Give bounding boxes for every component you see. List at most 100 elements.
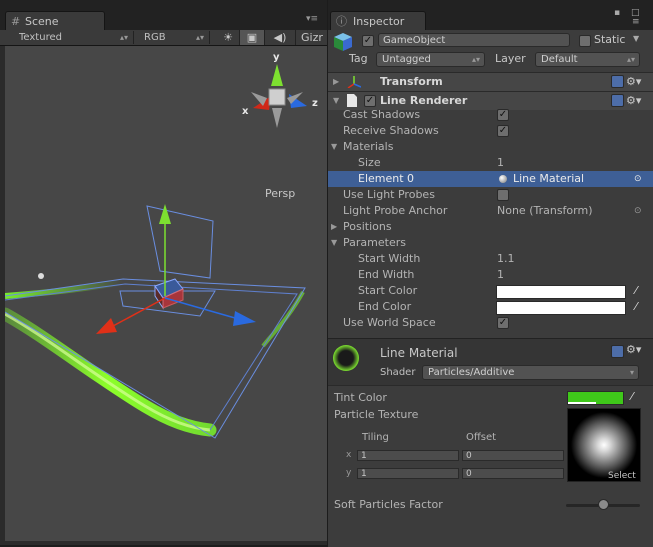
prop-materials-size: Size 1 xyxy=(358,155,504,171)
end-width-value[interactable]: 1 xyxy=(497,267,504,283)
element-0-value[interactable]: Line Material xyxy=(513,171,584,187)
info-icon: ⓘ xyxy=(336,15,347,28)
panel-menu-icon[interactable]: ≡ xyxy=(632,17,640,27)
channel-dropdown[interactable]: RGB ▴▾ xyxy=(134,31,210,44)
image-icon: ▣ xyxy=(246,31,258,44)
object-picker-icon[interactable]: ⊙ xyxy=(634,203,642,219)
gizmo-z-arrow xyxy=(233,311,256,326)
materials-size-value[interactable]: 1 xyxy=(497,155,504,171)
transform-component-header[interactable]: ▶ Transform ⚙▾ xyxy=(328,72,653,91)
speaker-icon: ◀) xyxy=(273,31,287,44)
prop-end-color: End Color ⁄ xyxy=(328,299,653,315)
cast-shadows-checkbox[interactable]: ✓ xyxy=(497,109,509,121)
eyedropper-icon[interactable]: ⁄ xyxy=(631,301,641,313)
light-probe-anchor-value[interactable]: None (Transform) xyxy=(497,203,593,219)
material-name: Line Material xyxy=(380,346,458,360)
foldout-down-icon: ▼ xyxy=(331,142,338,151)
orient-neg-y-cone xyxy=(272,108,282,128)
object-name-input[interactable]: GameObject xyxy=(378,33,570,47)
help-book-icon[interactable] xyxy=(611,94,624,107)
foldout-right-icon: ▶ xyxy=(331,222,338,231)
scene-fx-button[interactable]: ▣ xyxy=(240,30,265,45)
eyedropper-icon[interactable]: ⁄ xyxy=(631,285,641,297)
panel-menu-icon[interactable]: ▾≡ xyxy=(306,14,318,24)
prop-end-width: End Width 1 xyxy=(358,267,504,283)
axis-label-x: x xyxy=(242,106,249,117)
grid-icon: # xyxy=(11,15,21,28)
tag-dropdown[interactable]: Untagged ▴▾ xyxy=(376,52,485,67)
tab-scene[interactable]: # Scene xyxy=(5,11,105,31)
prop-start-color: Start Color ⁄ xyxy=(328,283,653,299)
layer-dropdown[interactable]: Default ▴▾ xyxy=(535,52,640,67)
orientation-gizmo[interactable] xyxy=(251,64,307,128)
line-renderer-enabled-checkbox[interactable]: ✓ xyxy=(364,95,376,107)
material-section: Line Material ⚙▾ Shader Particles/Additi… xyxy=(328,338,653,547)
use-light-probes-checkbox[interactable] xyxy=(497,189,509,201)
material-preview-icon xyxy=(333,345,359,371)
layer-label: Layer xyxy=(495,52,526,65)
lock-icon[interactable]: ▪ xyxy=(614,8,620,18)
light-icon xyxy=(38,273,44,279)
material-sphere-icon xyxy=(499,175,507,183)
help-book-icon[interactable] xyxy=(611,75,624,88)
start-width-value[interactable]: 1.1 xyxy=(497,251,515,267)
tag-label: Tag xyxy=(349,52,368,65)
projection-label[interactable]: Persp xyxy=(265,187,295,200)
offset-x-field[interactable]: 0 xyxy=(462,450,564,461)
scene-lighting-button[interactable]: ☀ xyxy=(217,30,240,45)
sun-icon: ☀ xyxy=(223,31,233,44)
gizmo-x-axis xyxy=(112,297,166,327)
dropdown-arrows-icon: ▴▾ xyxy=(195,33,204,42)
use-world-space-checkbox[interactable]: ✓ xyxy=(497,317,509,329)
tint-color-label: Tint Color xyxy=(334,391,387,404)
y-label: y xyxy=(346,468,352,478)
soft-particles-slider-thumb[interactable] xyxy=(598,499,609,510)
scene-audio-button[interactable]: ◀) xyxy=(265,30,296,45)
gameobject-cube-icon xyxy=(334,33,352,51)
end-color-swatch[interactable] xyxy=(496,301,626,315)
particle-texture-slot[interactable]: Select xyxy=(567,408,641,482)
prop-use-light-probes: Use Light Probes xyxy=(328,187,653,203)
axis-label-y: y xyxy=(273,52,280,63)
gizmos-dropdown[interactable]: Gizr xyxy=(301,30,327,45)
tiling-x-field[interactable]: 1 xyxy=(357,450,459,461)
static-checkbox[interactable] xyxy=(579,35,591,47)
x-label: x xyxy=(346,450,352,460)
scene-panel: # Scene ▾≡ Textured ▴▾ RGB ▴▾ ☀ ▣ ◀) Giz… xyxy=(0,0,327,545)
foldout-down-icon: ▼ xyxy=(331,238,338,247)
prop-receive-shadows: Receive Shadows ✓ xyxy=(343,124,509,137)
prop-positions[interactable]: ▶ Positions xyxy=(328,219,653,235)
eyedropper-icon[interactable]: ⁄ xyxy=(627,391,637,403)
prop-light-probe-anchor: Light Probe Anchor None (Transform) ⊙ xyxy=(343,203,642,219)
scene-tab-bar: # Scene ▾≡ xyxy=(0,0,327,31)
start-color-swatch[interactable] xyxy=(496,285,626,299)
gear-icon[interactable]: ⚙▾ xyxy=(626,73,641,91)
prop-materials[interactable]: ▼ Materials xyxy=(328,139,653,155)
shader-dropdown[interactable]: Particles/Additive ▾ xyxy=(422,365,639,380)
prop-element-0[interactable]: Element 0 Line Material ⊙ xyxy=(328,171,653,187)
receive-shadows-checkbox[interactable]: ✓ xyxy=(497,125,509,137)
static-dropdown-icon[interactable]: ▼ xyxy=(633,34,639,43)
static-label: Static xyxy=(594,33,626,46)
tint-color-swatch[interactable] xyxy=(567,391,624,405)
help-book-icon[interactable] xyxy=(611,345,624,358)
gear-icon[interactable]: ⚙▾ xyxy=(626,343,641,356)
tint-alpha-bar xyxy=(568,402,596,404)
offset-y-field[interactable]: 0 xyxy=(462,468,564,479)
object-picker-icon[interactable]: ⊙ xyxy=(634,171,642,187)
prop-start-width: Start Width 1.1 xyxy=(358,251,515,267)
active-checkbox[interactable]: ✓ xyxy=(362,35,374,47)
gizmo-y-arrow xyxy=(159,204,171,224)
tab-inspector[interactable]: ⓘ Inspector xyxy=(330,11,426,31)
object-header: ✓ GameObject Static ▼ Tag Untagged ▴▾ La… xyxy=(328,30,653,70)
transform-axes-icon xyxy=(347,76,361,88)
tiling-y-field[interactable]: 1 xyxy=(357,468,459,479)
prop-parameters[interactable]: ▼ Parameters xyxy=(328,235,653,251)
texture-select-button[interactable]: Select xyxy=(608,471,636,481)
render-mode-dropdown[interactable]: Textured ▴▾ xyxy=(0,31,134,44)
foldout-right-icon: ▶ xyxy=(333,77,340,86)
material-properties: Tint Color ⁄ Particle Texture Tiling Off… xyxy=(328,385,653,547)
scene-viewport[interactable]: y x z Persp xyxy=(5,46,327,541)
dropdown-arrow-icon: ▾ xyxy=(629,368,634,377)
soft-particles-label: Soft Particles Factor xyxy=(334,498,443,511)
